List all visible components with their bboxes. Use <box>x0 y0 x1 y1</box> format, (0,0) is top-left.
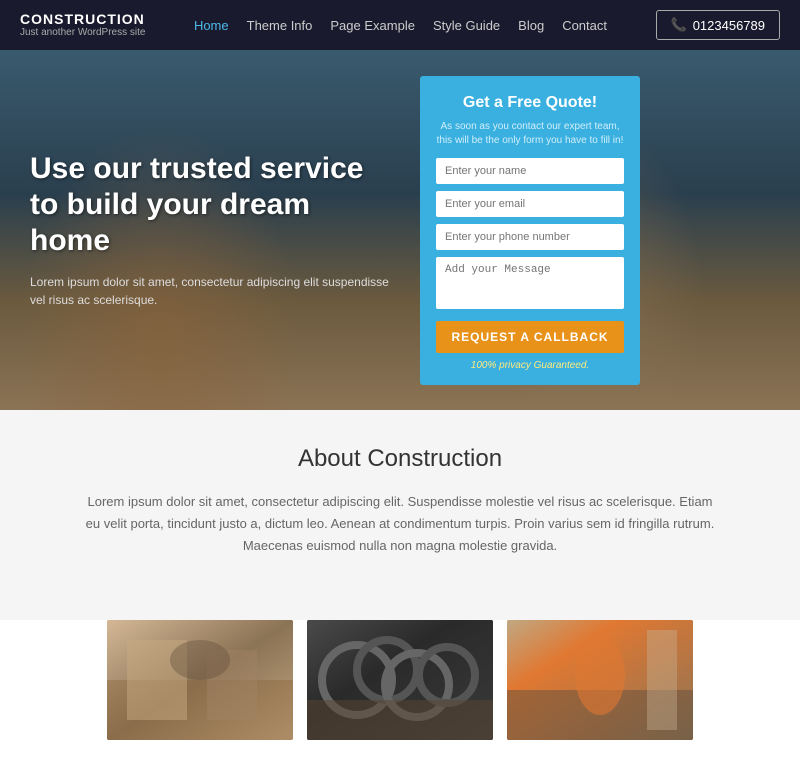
nav-style-guide[interactable]: Style Guide <box>433 18 500 33</box>
phone-icon: 📞 <box>671 17 687 33</box>
main-nav: Home Theme Info Page Example Style Guide… <box>194 18 607 33</box>
thumbnail-1[interactable] <box>107 620 293 740</box>
email-input[interactable] <box>436 191 624 217</box>
message-input[interactable] <box>436 257 624 309</box>
hero-description: Lorem ipsum dolor sit amet, consectetur … <box>30 273 390 309</box>
name-input[interactable] <box>436 158 624 184</box>
hero-title: Use our trusted service to build your dr… <box>30 151 390 259</box>
about-title: About Construction <box>80 445 720 473</box>
logo-title: CONSTRUCTION <box>20 12 145 27</box>
about-section: About Construction Lorem ipsum dolor sit… <box>0 410 800 620</box>
quote-form-subtitle: As soon as you contact our expert team, … <box>436 120 624 148</box>
hero-section: Use our trusted service to build your dr… <box>0 50 800 410</box>
hero-content: Use our trusted service to build your dr… <box>0 111 420 349</box>
header: CONSTRUCTION Just another WordPress site… <box>0 0 800 50</box>
nav-blog[interactable]: Blog <box>518 18 544 33</box>
about-text: Lorem ipsum dolor sit amet, consectetur … <box>80 491 720 557</box>
logo-subtitle: Just another WordPress site <box>20 27 145 38</box>
thumbnail-row <box>0 620 800 760</box>
quote-form: Get a Free Quote! As soon as you contact… <box>420 76 640 385</box>
nav-contact[interactable]: Contact <box>562 18 607 33</box>
phone-number: 0123456789 <box>693 18 765 33</box>
callback-button[interactable]: REQUEST A CALLBACK <box>436 321 624 353</box>
nav-page-example[interactable]: Page Example <box>330 18 415 33</box>
nav-home[interactable]: Home <box>194 18 229 33</box>
phone-input[interactable] <box>436 224 624 250</box>
privacy-text: 100% privacy Guaranteed. <box>436 360 624 371</box>
thumbnail-2[interactable] <box>307 620 493 740</box>
logo: CONSTRUCTION Just another WordPress site <box>20 12 145 38</box>
nav-theme-info[interactable]: Theme Info <box>247 18 313 33</box>
thumbnail-3[interactable] <box>507 620 693 740</box>
quote-form-title: Get a Free Quote! <box>436 94 624 112</box>
phone-button[interactable]: 📞 0123456789 <box>656 10 781 40</box>
